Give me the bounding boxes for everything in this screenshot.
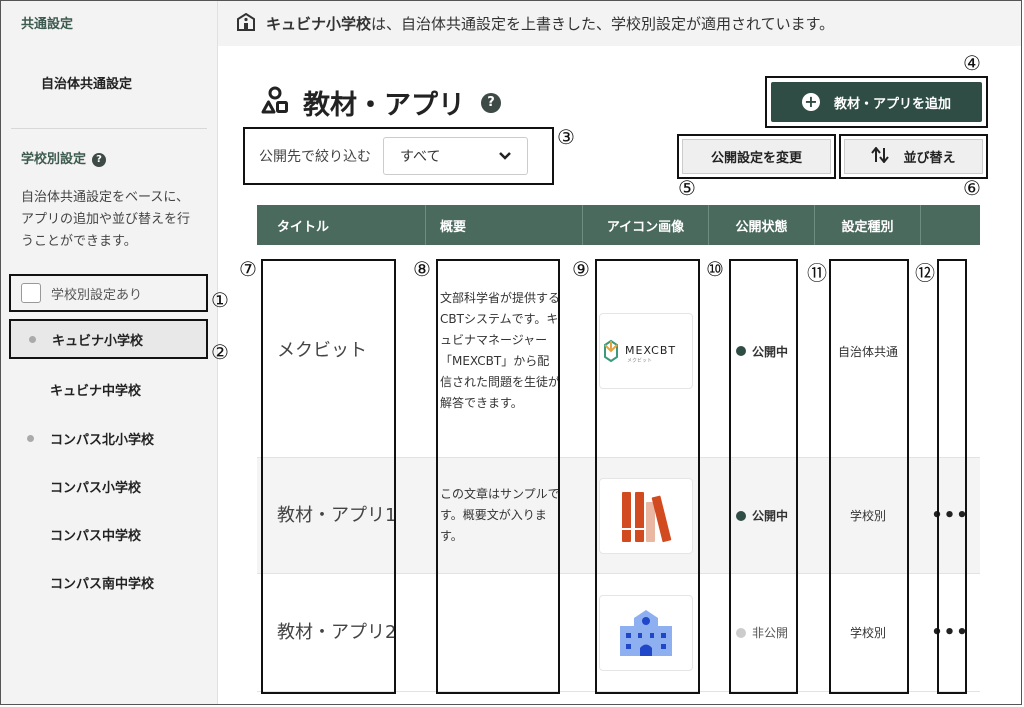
column-highlight-type <box>829 259 909 694</box>
annotation-marker-8: ⑧ <box>413 257 431 281</box>
add-app-button[interactable]: + 教材・アプリを追加 <box>771 82 982 122</box>
column-highlight-actions <box>937 259 967 694</box>
filter-group: 公開先で絞り込む すべて <box>243 127 554 185</box>
filter-select-value: すべて <box>400 146 440 166</box>
page-title: 教材・アプリ ? <box>259 83 501 122</box>
add-app-button-frame: + 教材・アプリを追加 <box>765 76 988 128</box>
sort-button-frame: 並び替え <box>839 134 988 179</box>
column-highlight-status <box>729 259 798 694</box>
annotation-marker-10: ⑩ <box>706 257 724 281</box>
annotation-marker-6: ⑥ <box>963 176 981 200</box>
school-name: キュビナ小学校 <box>52 330 143 349</box>
column-highlight-title <box>261 259 396 694</box>
school-name: コンパス小学校 <box>50 477 141 496</box>
sidebar-item-school[interactable]: コンパス北小学校 <box>9 418 208 458</box>
school-setting-checkbox[interactable] <box>21 283 41 303</box>
column-header-status[interactable]: 公開状態 <box>709 205 815 245</box>
sidebar-item-school[interactable]: キュビナ小学校 <box>9 319 208 359</box>
banner-school-name: キュビナ小学校 <box>266 13 371 34</box>
table-header: タイトル 概要 アイコン画像 公開状態 設定種別 <box>257 205 980 245</box>
sort-label: 並び替え <box>903 147 955 166</box>
filter-select[interactable]: すべて <box>383 137 528 175</box>
sidebar: 共通設定 自治体共通設定 学校別設定? 自治体共通設定をベースに、アプリの追加や… <box>1 1 218 705</box>
sidebar-item-school[interactable]: コンパス中学校 <box>9 514 208 554</box>
sort-button[interactable]: 並び替え <box>844 139 983 174</box>
plus-icon: + <box>802 93 820 111</box>
school-name: コンパス中学校 <box>50 525 141 544</box>
school-name: キュビナ中学校 <box>50 380 141 399</box>
school-name: コンパス北小学校 <box>50 429 154 448</box>
app-frame: 共通設定 自治体共通設定 学校別設定? 自治体共通設定をベースに、アプリの追加や… <box>0 0 1022 705</box>
column-highlight-description <box>436 259 560 694</box>
add-app-label: 教材・アプリを追加 <box>834 93 951 112</box>
annotation-marker-1: ① <box>211 288 229 312</box>
annotation-marker-12: ⑫ <box>915 257 935 286</box>
column-header-title[interactable]: タイトル <box>257 205 426 245</box>
school-setting-filter[interactable]: 学校別設定あり <box>9 274 208 312</box>
visibility-button-frame: 公開設定を変更 <box>677 134 836 179</box>
school-settings-label: 学校別設定 <box>21 152 86 167</box>
help-icon[interactable]: ? <box>481 93 501 113</box>
sidebar-common-title: 共通設定 <box>21 13 73 32</box>
sidebar-item-school[interactable]: コンパス南中学校 <box>9 562 208 602</box>
annotation-marker-9: ⑨ <box>572 257 590 281</box>
has-setting-dot <box>27 435 34 442</box>
school-setting-checkbox-label: 学校別設定あり <box>51 284 142 303</box>
annotation-marker-5: ⑤ <box>678 176 696 200</box>
annotation-marker-3: ③ <box>557 125 575 149</box>
column-header-description[interactable]: 概要 <box>426 205 583 245</box>
column-header-type[interactable]: 設定種別 <box>815 205 921 245</box>
annotation-marker-7: ⑦ <box>239 257 257 281</box>
filter-label: 公開先で絞り込む <box>259 146 371 166</box>
column-highlight-icon <box>595 259 700 694</box>
has-setting-dot <box>29 336 36 343</box>
column-header-actions <box>921 205 980 245</box>
sort-icon <box>871 147 889 167</box>
school-icon <box>236 13 256 35</box>
sidebar-school-title: 学校別設定? <box>21 148 106 167</box>
change-visibility-button[interactable]: 公開設定を変更 <box>682 139 831 174</box>
chevron-down-icon <box>499 148 511 164</box>
sidebar-description: 自治体共通設定をベースに、アプリの追加や並び替えを行うことができます。 <box>21 187 201 253</box>
banner-message: は、自治体共通設定を上書きした、学校別設定が適用されています。 <box>371 13 834 34</box>
annotation-marker-11: ⑪ <box>807 257 827 286</box>
page-title-text: 教材・アプリ <box>303 83 465 122</box>
annotation-marker-2: ② <box>211 340 229 364</box>
annotation-marker-4: ④ <box>963 51 981 75</box>
column-header-icon[interactable]: アイコン画像 <box>583 205 709 245</box>
help-icon[interactable]: ? <box>92 153 106 167</box>
sidebar-divider <box>11 128 207 129</box>
school-name: コンパス南中学校 <box>50 573 154 592</box>
settings-banner: キュビナ小学校 は、自治体共通設定を上書きした、学校別設定が適用されています。 <box>218 1 1022 46</box>
sidebar-item-school[interactable]: キュビナ中学校 <box>9 369 208 409</box>
sidebar-item-common-settings[interactable]: 自治体共通設定 <box>41 73 132 92</box>
apps-icon <box>259 86 291 120</box>
sidebar-item-school[interactable]: コンパス小学校 <box>9 466 208 506</box>
